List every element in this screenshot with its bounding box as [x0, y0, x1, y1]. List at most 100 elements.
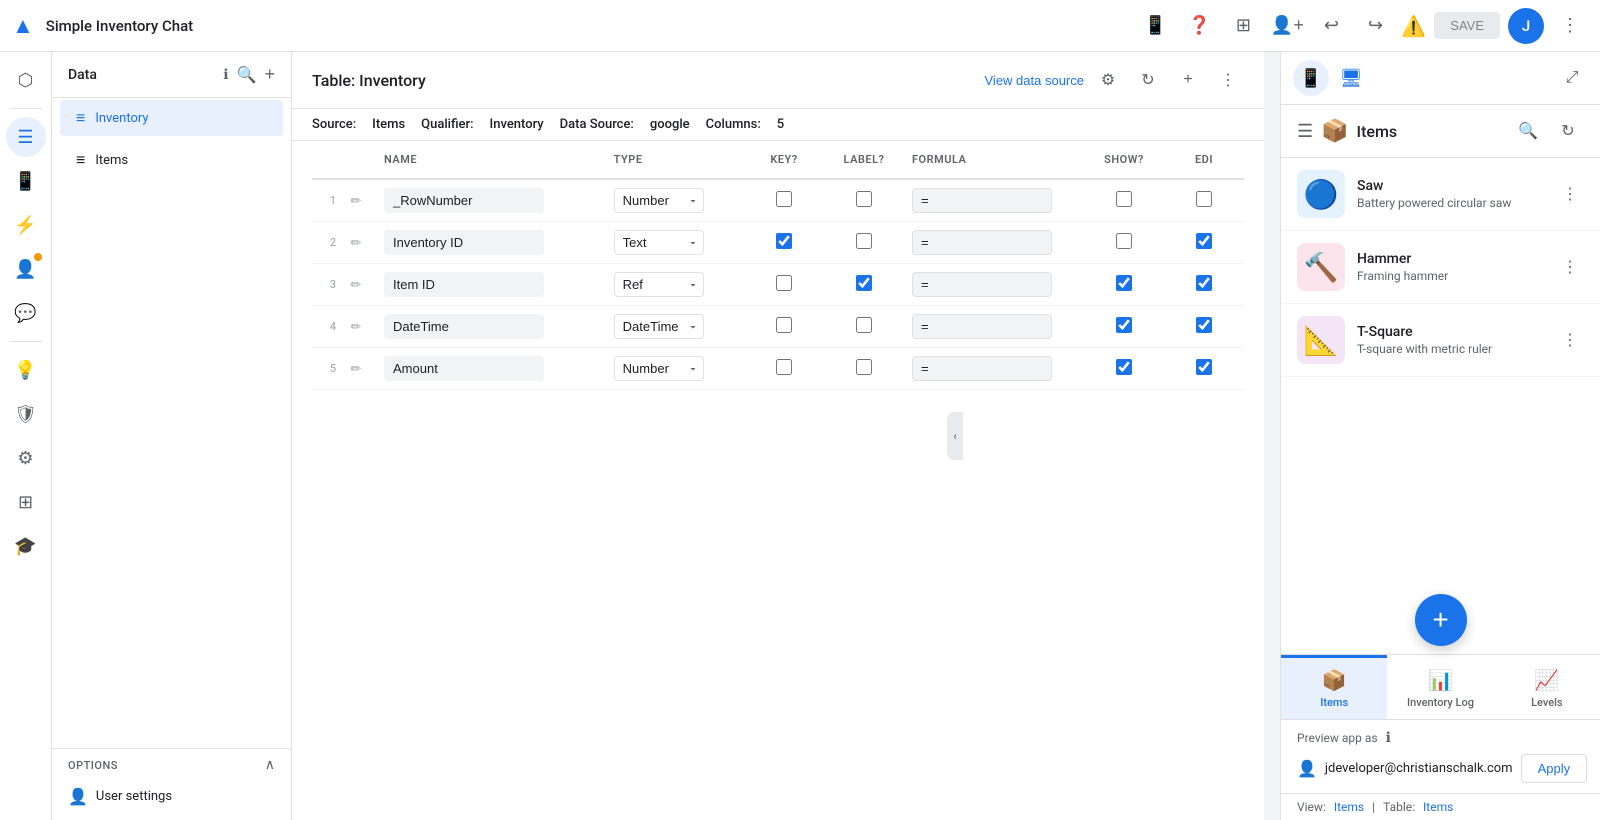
field-type-select[interactable]: NumberTextRefDateTimeDateTimeDecimalBool… — [614, 272, 704, 297]
item-more-btn[interactable]: ⋮ — [1556, 253, 1584, 281]
preview-info-icon[interactable]: ℹ — [1386, 730, 1391, 746]
sidebar-search-btn[interactable]: 🔍 — [237, 65, 257, 85]
view-data-source-btn[interactable]: View data source — [985, 73, 1085, 88]
inventory-icon: ≡ — [76, 108, 85, 128]
tab-levels[interactable]: 📈Levels — [1494, 655, 1600, 719]
more-menu-btn[interactable]: ⋮ — [1552, 8, 1588, 44]
refresh-btn[interactable]: ↻ — [1132, 64, 1164, 96]
formula-input[interactable] — [912, 230, 1052, 255]
undo-icon-btn[interactable]: ↩ — [1313, 8, 1349, 44]
edit-checkbox[interactable] — [1196, 275, 1212, 291]
columns-table: NAME TYPE KEY? LABEL? FORMULA SHOW? EDI … — [312, 141, 1244, 390]
tab-inventory-log[interactable]: 📊Inventory Log — [1387, 655, 1493, 719]
label-checkbox[interactable] — [856, 191, 872, 207]
row-edit-btn[interactable]: ✏ — [344, 189, 368, 213]
key-checkbox[interactable] — [776, 275, 792, 291]
panel-search-btn[interactable]: 🔍 — [1512, 115, 1544, 147]
preview-user-icon: 👤 — [1297, 759, 1317, 778]
table-settings-btn[interactable]: ⚙ — [1092, 64, 1124, 96]
collapse-handle[interactable]: ‹ — [947, 412, 963, 460]
row-edit-btn[interactable]: ✏ — [344, 357, 368, 381]
panel-refresh-btn[interactable]: ↻ — [1552, 115, 1584, 147]
nav-ideas-btn[interactable]: 💡 — [6, 350, 46, 390]
formula-input[interactable] — [912, 356, 1052, 381]
edit-checkbox[interactable] — [1196, 191, 1212, 207]
label-checkbox[interactable] — [856, 275, 872, 291]
row-edit-btn[interactable]: ✏ — [344, 231, 368, 255]
edit-checkbox[interactable] — [1196, 317, 1212, 333]
rp-expand-btn[interactable]: ⤢ — [1556, 62, 1588, 94]
list-item[interactable]: 🔨HammerFraming hammer⋮ — [1281, 231, 1600, 304]
sidebar-info-icon[interactable]: ℹ — [223, 67, 228, 83]
nav-chat-btn[interactable]: 💬 — [6, 293, 46, 333]
nav-automation-btn[interactable]: ⚡ — [6, 205, 46, 245]
label-checkbox[interactable] — [856, 233, 872, 249]
formula-input[interactable] — [912, 188, 1052, 213]
bottom-table-link[interactable]: Items — [1423, 800, 1453, 814]
sidebar-options-user-settings[interactable]: 👤 User settings — [68, 781, 275, 812]
field-name-input[interactable] — [384, 188, 544, 213]
formula-input[interactable] — [912, 272, 1052, 297]
list-item[interactable]: 🔵SawBattery powered circular saw⋮ — [1281, 158, 1600, 231]
key-checkbox[interactable] — [776, 191, 792, 207]
nav-docs-btn[interactable]: 🎓 — [6, 526, 46, 566]
avatar[interactable]: J — [1508, 8, 1544, 44]
field-type-select[interactable]: NumberTextRefDateTimeDateTimeDecimalBool… — [614, 230, 704, 255]
field-name-input[interactable] — [384, 314, 544, 339]
nav-connections-btn[interactable]: ⬡ — [6, 60, 46, 100]
item-more-btn[interactable]: ⋮ — [1556, 326, 1584, 354]
show-checkbox[interactable] — [1116, 233, 1132, 249]
show-checkbox[interactable] — [1116, 275, 1132, 291]
edit-checkbox[interactable] — [1196, 359, 1212, 375]
label-checkbox[interactable] — [856, 359, 872, 375]
formula-input[interactable] — [912, 314, 1052, 339]
add-item-fab[interactable]: + — [1415, 594, 1467, 646]
key-checkbox[interactable] — [776, 233, 792, 249]
nav-users-btn[interactable]: 👤 — [6, 249, 46, 289]
field-type-select[interactable]: NumberTextRefDateTimeDateTimeDecimalBool… — [614, 188, 704, 213]
add-column-btn[interactable]: + — [1172, 64, 1204, 96]
help-icon-btn[interactable]: ❓ — [1181, 8, 1217, 44]
main-header-actions: View data source ⚙ ↻ + ⋮ — [985, 64, 1245, 96]
redo-icon-btn[interactable]: ↪ — [1357, 8, 1393, 44]
nav-data-btn[interactable]: ☰ — [6, 117, 46, 157]
field-type-select[interactable]: NumberTextRefDateTimeDateTimeDecimalBool… — [614, 356, 704, 381]
edit-checkbox[interactable] — [1196, 233, 1212, 249]
list-item[interactable]: 📐T-SquareT-square with metric ruler⋮ — [1281, 304, 1600, 377]
key-checkbox[interactable] — [776, 317, 792, 333]
row-edit-btn[interactable]: ✏ — [344, 315, 368, 339]
nav-integrations-btn[interactable]: ⊞ — [6, 482, 46, 522]
sidebar-options-header[interactable]: oPTIONS ∧ — [68, 757, 275, 773]
field-type-select[interactable]: NumberTextRefDateTimeDateTimeDecimalBool… — [614, 314, 704, 339]
grid-icon-btn[interactable]: ⊞ — [1225, 8, 1261, 44]
rp-mobile-view-btn[interactable]: 📱 — [1293, 60, 1329, 96]
bottom-view-link[interactable]: Items — [1334, 800, 1364, 814]
nav-mobile-btn[interactable]: 📱 — [6, 161, 46, 201]
nav-settings-btn[interactable]: ⚙ — [6, 438, 46, 478]
show-checkbox[interactable] — [1116, 191, 1132, 207]
sidebar-item-items[interactable]: ≡ Items + ⋮ — [60, 140, 283, 180]
show-checkbox[interactable] — [1116, 317, 1132, 333]
sidebar-items-add-btn[interactable]: + — [215, 148, 239, 172]
field-name-input[interactable] — [384, 230, 544, 255]
sidebar: Data ℹ 🔍 + ≡ Inventory ≡ Items + ⋮ oPTIO… — [52, 52, 292, 820]
show-checkbox[interactable] — [1116, 359, 1132, 375]
tab-items[interactable]: 📦Items — [1281, 655, 1387, 719]
preview-icon-btn[interactable]: 📱 — [1137, 8, 1173, 44]
nav-security-btn[interactable]: 🛡 — [6, 394, 46, 434]
save-button[interactable]: SAVE — [1434, 12, 1500, 39]
sidebar-add-btn[interactable]: + — [264, 64, 275, 85]
field-name-input[interactable] — [384, 356, 544, 381]
row-edit-btn[interactable]: ✏ — [344, 273, 368, 297]
key-checkbox[interactable] — [776, 359, 792, 375]
field-name-input[interactable] — [384, 272, 544, 297]
label-checkbox[interactable] — [856, 317, 872, 333]
apply-button[interactable]: Apply — [1521, 754, 1588, 783]
item-more-btn[interactable]: ⋮ — [1556, 180, 1584, 208]
table-more-btn[interactable]: ⋮ — [1212, 64, 1244, 96]
sidebar-item-inventory[interactable]: ≡ Inventory — [60, 100, 283, 136]
sidebar-items-more-btn[interactable]: ⋮ — [243, 148, 267, 172]
add-user-icon-btn[interactable]: 👤+ — [1269, 8, 1305, 44]
rp-desktop-view-btn[interactable]: 🖥 — [1333, 60, 1369, 96]
panel-menu-icon[interactable]: ☰ — [1297, 121, 1313, 142]
